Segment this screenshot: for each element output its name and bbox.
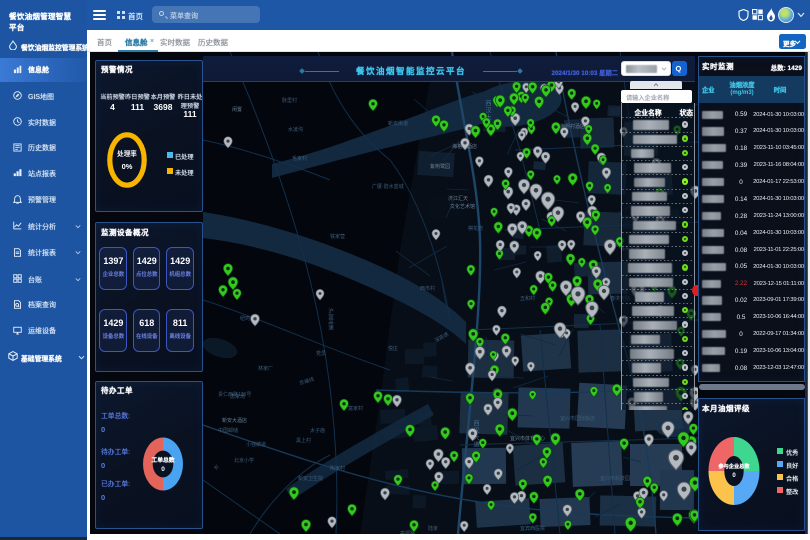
svg-text:陶家村: 陶家村 [330,465,345,472]
svg-text:棋花府: 棋花府 [468,225,483,232]
svg-text:纽珂: 纽珂 [240,315,250,322]
svg-text:宜宾西医院: 宜宾西医院 [520,525,545,532]
svg-text:富家村: 富家村 [348,405,363,412]
svg-text:唐家场: 唐家场 [230,393,245,400]
svg-text:林家厂: 林家厂 [258,365,273,372]
svg-text:小强缤道: 小强缤道 [246,441,266,448]
svg-text:宜兴市科技园: 宜兴市科技园 [600,475,630,482]
svg-text:铁家营: 铁家营 [330,233,345,240]
svg-text:北京小学: 北京小学 [234,457,254,464]
svg-text:新安大酒店: 新安大酒店 [222,417,247,424]
svg-text:闲置: 闲置 [232,106,242,113]
svg-text:中国邮储: 中国邮储 [218,427,238,434]
svg-text:党员: 党员 [316,350,326,357]
svg-text:文化艺术馆: 文化艺术馆 [450,203,475,210]
svg-text:广厦·碧水蓝城: 广厦·碧水蓝城 [372,183,404,190]
svg-text:紫荆鹭园: 紫荆鹭园 [430,163,450,170]
svg-text:宜兴市国际饭店: 宜兴市国际饭店 [560,415,595,422]
svg-text:太子庙: 太子庙 [310,427,325,434]
svg-text:西市村: 西市村 [420,285,435,292]
svg-text:脉里村: 脉里村 [282,97,297,104]
svg-text:新安卫生院: 新安卫生院 [298,475,323,482]
svg-text:毛家村: 毛家村 [292,155,307,162]
svg-text:黑上村: 黑上村 [296,437,311,444]
svg-text:新安街道: 新安街道 [388,120,408,127]
svg-text:陆家: 陆家 [428,525,438,532]
svg-text:悦庄: 悦庄 [388,345,398,352]
svg-text:五和村: 五和村 [520,295,535,302]
svg-text:沪宜高速: 沪宜高速 [327,307,334,332]
svg-text:水凌沟: 水凌沟 [288,126,303,133]
svg-text:济江汇天: 济江汇天 [448,195,468,202]
